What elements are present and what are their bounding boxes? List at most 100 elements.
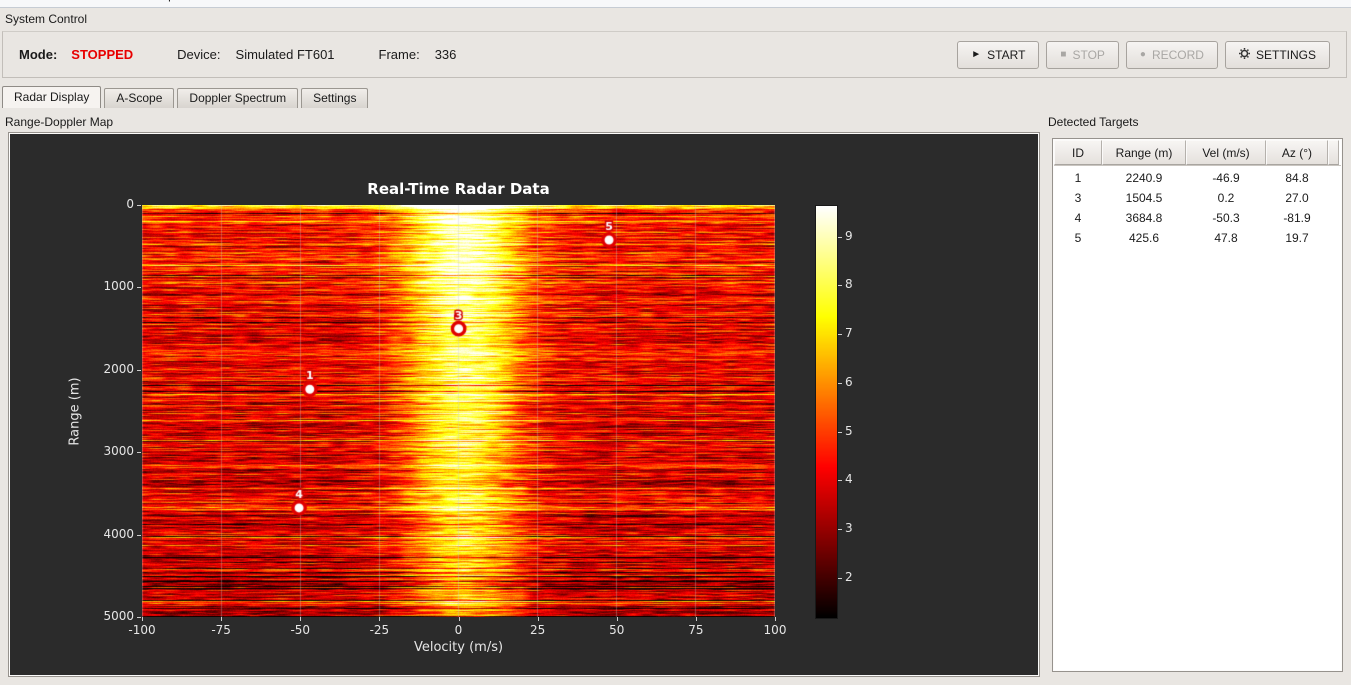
table-cell: 2240.9 [1125,171,1163,185]
stop-button[interactable]: ■ STOP [1046,40,1119,69]
column-header[interactable]: ID [1054,140,1102,165]
table-cell: 27.0 [1285,191,1309,205]
x-tick-label: 25 [529,623,546,637]
table-row[interactable]: 1 2240.9 -46.9 84.8 [1054,168,1341,188]
x-tick-label: -50 [290,623,311,637]
table-cell: -81.9 [1283,211,1311,225]
colorbar-tick-label: 3 [845,521,853,536]
table-row[interactable]: 3 1504.5 0.2 27.0 [1054,188,1341,208]
colorbar-tick-label: 9 [845,228,853,243]
colorbar-tick-mark [838,285,842,287]
table-cell: 0.2 [1217,191,1235,205]
table-cell: -46.9 [1212,171,1240,185]
table-cell: 19.7 [1285,231,1309,245]
table-cell: 1 [1074,171,1082,185]
tab-a-scope[interactable]: A-Scope [104,88,175,108]
x-tick-mark [221,617,223,621]
y-tick-mark [137,534,141,536]
column-header[interactable] [1328,140,1339,165]
colorbar-tick-mark [838,236,842,238]
system-control-panel: Mode: STOPPED Device: Simulated FT601 Fr… [2,31,1347,78]
tab-bar: Radar Display A-Scope Doppler Spectrum S… [2,86,371,108]
range-doppler-figure: Real-Time Radar Data Velocity (m/s) Rang… [10,134,1038,675]
y-tick-mark [137,287,141,289]
x-tick-mark [537,617,539,621]
x-tick-label: 50 [609,623,625,637]
table-cell: 425.6 [1128,231,1160,245]
column-header[interactable]: Range (m) [1102,140,1186,165]
menu-bar: File View Tools Help [0,0,1351,8]
tab-radar-display[interactable]: Radar Display [2,86,102,108]
colorbar-tick-mark [838,334,842,336]
column-header[interactable]: Vel (m/s) [1186,140,1266,165]
device-label: Device: [177,47,221,62]
x-tick-label: 100 [763,623,787,637]
table-cell: 5 [1074,231,1082,245]
detected-targets-panel: ID Range (m) Vel (m/s) Az (°) 1 2240.9 -46.9 8… [1052,138,1343,672]
record-icon: ● [1139,48,1146,60]
y-tick-label: 3000 [103,444,134,459]
menu-view[interactable]: View [41,0,89,7]
colorbar-tick-label: 8 [845,277,853,292]
table-cell: 3684.8 [1125,211,1163,225]
detected-targets-label: Detected Targets [1048,115,1139,129]
table-cell: 3 [1074,191,1082,205]
plot-title: Real-Time Radar Data [367,180,550,198]
x-tick-mark [300,617,302,621]
x-tick-mark [695,617,697,621]
menu-tools[interactable]: Tools [89,0,139,7]
x-tick-mark [142,617,143,621]
device-value: Simulated FT601 [235,47,335,62]
record-button[interactable]: ● RECORD [1125,40,1218,69]
system-control-label: System Control [5,12,88,26]
y-tick-label: 1000 [103,279,134,294]
y-tick-label: 2000 [103,361,134,376]
menu-file[interactable]: File [0,0,41,7]
x-tick-label: 75 [688,623,704,637]
colorbar-tick-mark [838,431,842,433]
y-tick-mark [137,452,141,454]
colorbar-tick-mark [838,577,842,579]
range-doppler-map-label: Range-Doppler Map [5,115,114,129]
x-tick-mark [775,617,776,621]
x-tick-mark [379,617,381,621]
column-header[interactable]: Az (°) [1266,140,1328,165]
table-row[interactable]: 4 3684.8 -50.3 -81.9 [1054,208,1341,228]
x-tick-mark [458,617,460,621]
play-icon: ► [971,48,982,60]
gear-icon [1238,47,1250,62]
tab-doppler-spectrum[interactable]: Doppler Spectrum [177,88,299,108]
stop-icon: ■ [1060,48,1067,60]
x-tick-label: -75 [211,623,231,637]
table-cell: 1504.5 [1125,191,1163,205]
table-row[interactable]: 5 425.6 47.8 19.7 [1054,228,1341,248]
colorbar-tick-label: 5 [845,423,853,438]
table-cell: 84.8 [1285,171,1309,185]
x-tick-label: -100 [128,623,156,637]
targets-table-header: ID Range (m) Vel (m/s) Az (°) [1054,140,1341,166]
tab-settings[interactable]: Settings [301,88,369,108]
y-tick-label: 5000 [103,609,134,623]
mode-label: Mode: [19,47,58,62]
y-tick-mark [137,369,141,371]
colorbar-tick-label: 6 [845,374,853,389]
start-button[interactable]: ► START [957,40,1040,69]
mode-value: STOPPED [71,47,134,62]
table-cell: 4 [1074,211,1082,225]
y-tick-mark [137,205,141,206]
frame-value: 336 [434,47,457,62]
table-cell: 47.8 [1214,231,1238,245]
menu-help[interactable]: Help [139,0,186,7]
colorbar-tick-label: 7 [845,326,853,341]
radar-plot-panel: Real-Time Radar Data Velocity (m/s) Rang… [8,132,1040,677]
y-tick-mark [137,617,141,618]
table-cell: -50.3 [1212,211,1240,225]
x-tick-label: 0 [454,623,463,637]
range-doppler-heatmap [142,205,775,617]
colorbar-tick-mark [838,382,842,384]
y-tick-label: 4000 [103,526,134,541]
y-tick-label: 0 [126,197,134,211]
colorbar [815,205,838,619]
targets-table-body: 1 2240.9 -46.9 84.8 3 1504.5 0.2 27.0 4 3684.8 -50… [1054,166,1341,248]
settings-button[interactable]: SETTINGS [1224,40,1330,69]
